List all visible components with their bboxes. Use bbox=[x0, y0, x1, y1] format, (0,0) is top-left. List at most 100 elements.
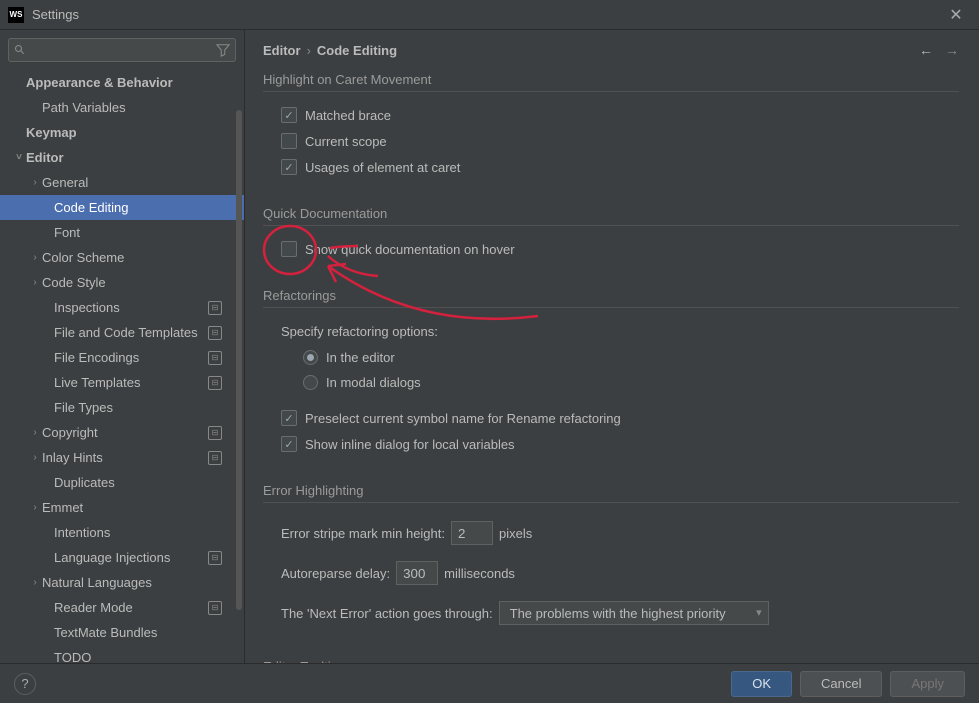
settings-sidebar: Appearance & Behavior Path Variables Keyma… bbox=[0, 30, 245, 663]
ok-button[interactable]: OK bbox=[731, 671, 792, 697]
sidebar-item-label: Editor bbox=[26, 150, 222, 165]
section-highlight-title: Highlight on Caret Movement bbox=[263, 66, 959, 92]
sidebar-item-label: Copyright bbox=[42, 425, 208, 440]
tree-scrollbar[interactable] bbox=[236, 110, 242, 610]
sidebar-item-code-editing[interactable]: Code Editing bbox=[0, 195, 244, 220]
expand-icon[interactable]: › bbox=[28, 502, 42, 513]
sidebar-item-emmet[interactable]: ›Emmet bbox=[0, 495, 244, 520]
sidebar-item-duplicates[interactable]: Duplicates bbox=[0, 470, 244, 495]
checkbox-current-scope[interactable] bbox=[281, 133, 297, 149]
project-scope-icon: ⊟ bbox=[208, 301, 222, 315]
window-title: Settings bbox=[32, 7, 941, 22]
project-scope-icon: ⊟ bbox=[208, 601, 222, 615]
sidebar-item-live-templates[interactable]: Live Templates⊟ bbox=[0, 370, 244, 395]
project-scope-icon: ⊟ bbox=[208, 551, 222, 565]
sidebar-item-label: Keymap bbox=[26, 125, 222, 140]
checkbox-matched-brace[interactable] bbox=[281, 107, 297, 123]
expand-icon[interactable]: › bbox=[28, 577, 42, 588]
sidebar-item-label: File and Code Templates bbox=[54, 325, 208, 340]
sidebar-item-label: Font bbox=[54, 225, 222, 240]
sidebar-item-appearance-behavior[interactable]: Appearance & Behavior bbox=[0, 70, 244, 95]
sidebar-item-natural-languages[interactable]: ›Natural Languages bbox=[0, 570, 244, 595]
checkbox-usages[interactable] bbox=[281, 159, 297, 175]
sidebar-item-label: Reader Mode bbox=[54, 600, 208, 615]
sidebar-item-label: Code Style bbox=[42, 275, 222, 290]
nav-forward-icon[interactable]: → bbox=[945, 42, 959, 58]
project-scope-icon: ⊟ bbox=[208, 351, 222, 365]
expand-icon[interactable]: › bbox=[28, 252, 42, 263]
nav-back-icon[interactable]: ← bbox=[919, 42, 933, 58]
sidebar-item-label: Inspections bbox=[54, 300, 208, 315]
sidebar-item-label: TODO bbox=[54, 650, 222, 663]
sidebar-item-copyright[interactable]: ›Copyright⊟ bbox=[0, 420, 244, 445]
project-scope-icon: ⊟ bbox=[208, 426, 222, 440]
sidebar-item-language-injections[interactable]: Language Injections⊟ bbox=[0, 545, 244, 570]
help-button[interactable]: ? bbox=[14, 673, 36, 695]
input-stripe-height[interactable] bbox=[451, 521, 493, 545]
close-icon[interactable]: ✕ bbox=[941, 5, 971, 25]
project-scope-icon: ⊟ bbox=[208, 376, 222, 390]
section-error-hl-title: Error Highlighting bbox=[263, 477, 959, 503]
titlebar: WS Settings ✕ bbox=[0, 0, 979, 30]
sidebar-item-intentions[interactable]: Intentions bbox=[0, 520, 244, 545]
radio-in-modal[interactable] bbox=[303, 375, 318, 390]
checkbox-quickdoc-hover[interactable] bbox=[281, 241, 297, 257]
app-icon: WS bbox=[8, 7, 24, 23]
sidebar-item-font[interactable]: Font bbox=[0, 220, 244, 245]
project-scope-icon: ⊟ bbox=[208, 451, 222, 465]
sidebar-item-code-style[interactable]: ›Code Style bbox=[0, 270, 244, 295]
label-next-error-pre: The 'Next Error' action goes through: bbox=[281, 606, 493, 621]
cancel-button[interactable]: Cancel bbox=[800, 671, 882, 697]
sidebar-item-keymap[interactable]: Keymap bbox=[0, 120, 244, 145]
sidebar-item-reader-mode[interactable]: Reader Mode⊟ bbox=[0, 595, 244, 620]
label-stripe-pre: Error stripe mark min height: bbox=[281, 526, 445, 541]
label-preselect-symbol: Preselect current symbol name for Rename… bbox=[305, 411, 621, 426]
expand-icon[interactable]: › bbox=[28, 427, 42, 438]
label-specify-refactoring: Specify refactoring options: bbox=[263, 318, 959, 345]
search-input[interactable] bbox=[8, 38, 236, 62]
sidebar-item-label: General bbox=[42, 175, 222, 190]
sidebar-item-textmate-bundles[interactable]: TextMate Bundles bbox=[0, 620, 244, 645]
footer: ? OK Cancel Apply bbox=[0, 663, 979, 703]
sidebar-item-color-scheme[interactable]: ›Color Scheme bbox=[0, 245, 244, 270]
expand-icon[interactable]: › bbox=[28, 277, 42, 288]
radio-in-editor[interactable] bbox=[303, 350, 318, 365]
sidebar-item-todo[interactable]: TODO bbox=[0, 645, 244, 663]
sidebar-item-label: Appearance & Behavior bbox=[26, 75, 222, 90]
expand-icon[interactable]: › bbox=[28, 452, 42, 463]
checkbox-inline-dialog[interactable] bbox=[281, 436, 297, 452]
label-stripe-post: pixels bbox=[499, 526, 532, 541]
section-quickdoc-title: Quick Documentation bbox=[263, 200, 959, 226]
combo-next-error[interactable]: The problems with the highest priority bbox=[499, 601, 769, 625]
sidebar-item-label: Color Scheme bbox=[42, 250, 222, 265]
expand-icon[interactable]: › bbox=[28, 177, 42, 188]
sidebar-item-file-and-code-templates[interactable]: File and Code Templates⊟ bbox=[0, 320, 244, 345]
sidebar-item-label: Inlay Hints bbox=[42, 450, 208, 465]
breadcrumb-root: Editor bbox=[263, 43, 301, 58]
chevron-right-icon: › bbox=[307, 43, 311, 58]
breadcrumb-leaf: Code Editing bbox=[317, 43, 397, 58]
expand-icon[interactable]: ˅ bbox=[12, 152, 26, 163]
sidebar-item-label: File Types bbox=[54, 400, 222, 415]
sidebar-item-label: Intentions bbox=[54, 525, 222, 540]
sidebar-item-inlay-hints[interactable]: ›Inlay Hints⊟ bbox=[0, 445, 244, 470]
sidebar-item-label: Code Editing bbox=[54, 200, 222, 215]
sidebar-item-general[interactable]: ›General bbox=[0, 170, 244, 195]
sidebar-item-label: Emmet bbox=[42, 500, 222, 515]
label-current-scope: Current scope bbox=[305, 134, 387, 149]
input-autoreparse-delay[interactable] bbox=[396, 561, 438, 585]
sidebar-item-label: File Encodings bbox=[54, 350, 208, 365]
apply-button[interactable]: Apply bbox=[890, 671, 965, 697]
sidebar-item-inspections[interactable]: Inspections⊟ bbox=[0, 295, 244, 320]
sidebar-item-editor[interactable]: ˅Editor bbox=[0, 145, 244, 170]
filter-icon[interactable] bbox=[216, 43, 230, 57]
sidebar-item-label: Duplicates bbox=[54, 475, 222, 490]
section-tooltips-title: Editor Tooltips bbox=[263, 653, 959, 663]
sidebar-item-file-encodings[interactable]: File Encodings⊟ bbox=[0, 345, 244, 370]
sidebar-item-file-types[interactable]: File Types bbox=[0, 395, 244, 420]
label-in-modal: In modal dialogs bbox=[326, 375, 421, 390]
label-inline-dialog: Show inline dialog for local variables bbox=[305, 437, 515, 452]
checkbox-preselect-symbol[interactable] bbox=[281, 410, 297, 426]
sidebar-item-path-variables[interactable]: Path Variables bbox=[0, 95, 244, 120]
settings-tree: Appearance & Behavior Path Variables Keyma… bbox=[0, 70, 244, 663]
